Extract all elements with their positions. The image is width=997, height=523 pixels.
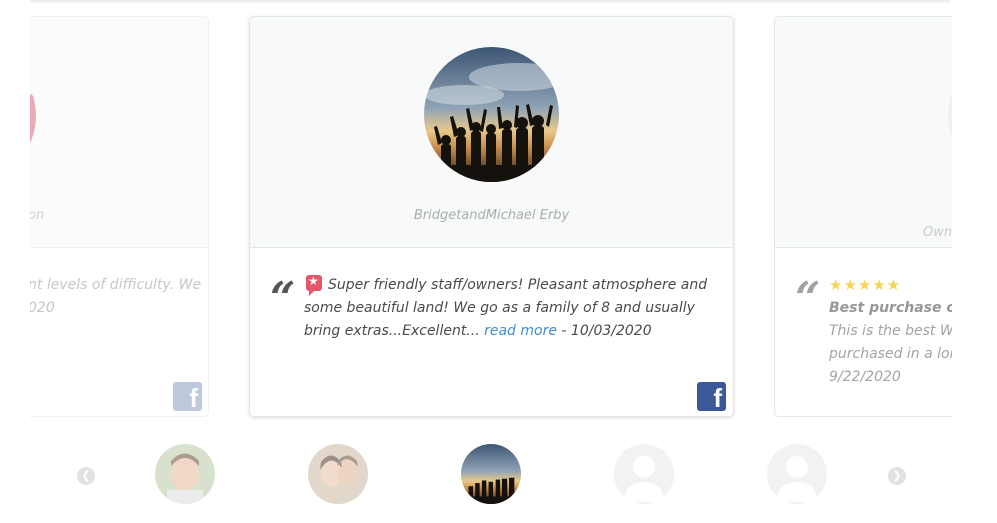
man-photo	[155, 444, 215, 504]
chevron-right-icon[interactable]: ❯	[888, 467, 906, 485]
review-text: Best purchase of th This is the best Wor…	[829, 297, 952, 389]
group-silhouette-photo	[424, 47, 559, 182]
read-more-link[interactable]: read more	[484, 323, 557, 339]
reviewer-thumb-5[interactable]	[767, 444, 827, 504]
review-date: 9/22/2020	[829, 369, 901, 385]
card-header	[775, 17, 952, 248]
reviewer-name: Owne	[923, 225, 952, 240]
review-title: Best purchase of th	[829, 300, 952, 316]
reviewer-thumb-2[interactable]	[308, 444, 368, 504]
review-text-line: nt levels of difficulty. We	[30, 277, 202, 293]
facebook-icon[interactable]: f	[697, 382, 726, 413]
reviewer-thumb-4[interactable]	[614, 444, 674, 504]
default-avatar-icon	[777, 456, 817, 502]
quote-icon: “	[270, 273, 296, 324]
review-date: 10/03/2020	[570, 323, 652, 339]
reviews-carousel[interactable]: on nt levels of difficulty. We 020 f	[30, 0, 952, 430]
review-text-line: purchased in a long	[829, 346, 952, 362]
default-avatar-icon	[624, 456, 664, 502]
review-card-right[interactable]: Owne “ ★★★★★ Best purchase of th This is…	[774, 16, 952, 417]
review-card-left[interactable]: on nt levels of difficulty. We 020 f	[30, 16, 209, 417]
review-card-active[interactable]: BridgetandMichael Erby “ ★ Super friendl…	[249, 16, 734, 417]
reviewer-name: BridgetandMichael Erby	[413, 208, 570, 223]
facebook-icon[interactable]: f	[173, 382, 202, 413]
group-silhouette-photo	[461, 444, 521, 504]
review-text: Super friendly staff/owners! Pleasant at…	[304, 274, 714, 343]
card-header	[30, 17, 208, 248]
reviewer-avatar	[424, 47, 559, 182]
review-text-line: 020	[30, 300, 55, 316]
review-text-line: This is the best Word	[829, 323, 952, 339]
review-text: nt levels of difficulty. We 020	[30, 274, 208, 320]
date-separator: -	[556, 323, 571, 339]
couple-photo	[308, 444, 368, 504]
star-rating: ★★★★★	[829, 276, 902, 294]
reviewer-thumb-3[interactable]	[461, 444, 521, 504]
chevron-left-icon[interactable]: ❮	[77, 467, 95, 485]
reviewer-thumb-1[interactable]	[155, 444, 215, 504]
reviewer-name: on	[30, 208, 45, 223]
quote-icon: “	[795, 273, 821, 324]
